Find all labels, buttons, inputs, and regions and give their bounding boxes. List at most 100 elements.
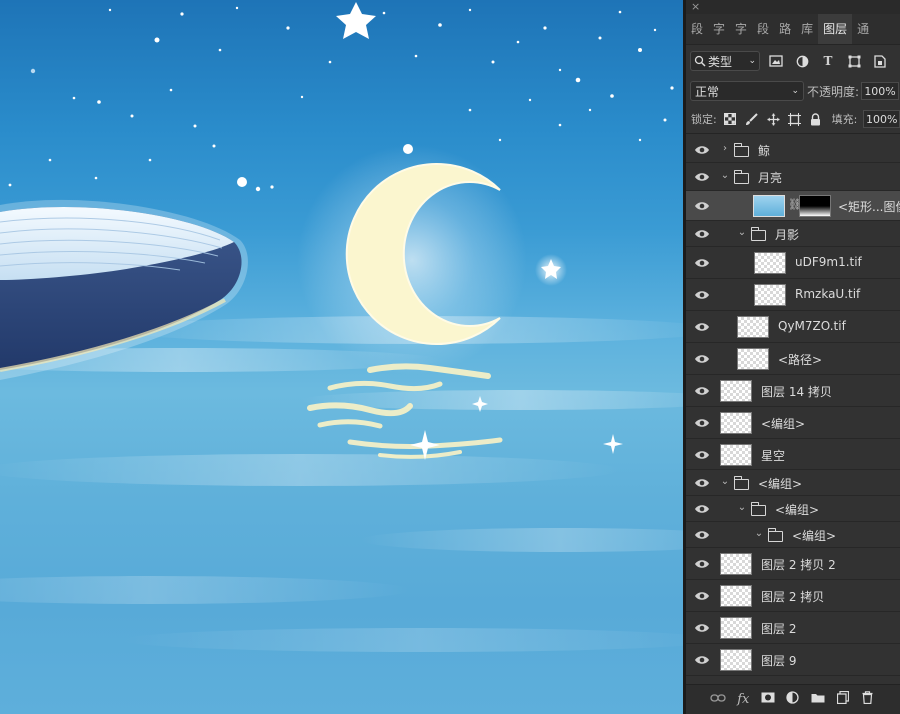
smart-object-filter-icon[interactable] [870,51,890,71]
visibility-eye-icon[interactable] [694,228,710,240]
fill-input[interactable]: 100% [863,110,900,128]
visibility-eye-icon[interactable] [694,289,710,301]
chevron-down-icon[interactable]: ⌄ [737,227,747,238]
cloud-bands [0,316,683,652]
layer-row[interactable]: RmzkaU.tif [686,279,900,311]
layer-group-row[interactable]: ⌄ <编组> [686,522,900,548]
filter-type-select[interactable]: 类型 ⌄ [690,51,760,71]
trash-icon[interactable] [858,691,876,708]
lock-transparency-icon[interactable] [723,111,738,127]
layer-row[interactable]: 图层 2 拷贝 2 [686,548,900,580]
lock-all-padlock-icon[interactable] [808,111,823,127]
visibility-eye-icon[interactable] [694,590,710,602]
visibility-eye-icon[interactable] [694,477,710,489]
layer-name: <编组> [761,417,806,431]
visibility-eye-icon[interactable] [694,257,710,269]
layer-name: 月亮 [758,171,783,185]
layer-row[interactable]: ⛓<矩形...图像 [686,191,900,221]
layer-thumbnail [720,412,752,434]
new-layer-icon[interactable] [834,690,852,708]
visibility-eye-icon[interactable] [694,529,710,541]
layer-thumbnail [720,553,752,575]
close-panel-button[interactable]: × [691,0,700,14]
tab-7[interactable]: 通 [852,14,874,44]
layer-thumbnail [754,252,786,274]
adjustment-icon[interactable] [784,691,802,708]
layer-group-row[interactable]: ⌄ <编组> [686,470,900,496]
layer-name: 月影 [775,228,800,242]
folder-icon [750,227,766,241]
layer-name: 星空 [761,448,786,463]
tab-5[interactable]: 库 [796,14,818,44]
chevron-down-icon: ⌄ [748,56,756,66]
layer-row[interactable]: 图层 14 拷贝 [686,375,900,407]
tab-1[interactable]: 字 [708,14,730,44]
artwork-canvas[interactable] [0,0,683,714]
blend-mode-value: 正常 [695,84,720,99]
visibility-eye-icon[interactable] [694,622,710,634]
fill-label: 填充: [831,113,858,126]
panel-topbar: × [686,0,900,14]
visibility-eye-icon[interactable] [694,385,710,397]
tab-2[interactable]: 字 [730,14,752,44]
visibility-eye-icon[interactable] [694,353,710,365]
layer-row[interactable]: 图层 2 [686,612,900,644]
tab-4[interactable]: 路 [774,14,796,44]
opacity-label: 不透明度: [807,84,860,99]
layer-thumbnail [720,443,752,466]
layer-group-row[interactable]: ⌄ <编组> [686,496,900,522]
layer-row[interactable]: 星空 [686,439,900,470]
layer-name: 图层 14 拷贝 [761,385,832,399]
lock-position-move-icon[interactable] [766,111,781,127]
visibility-eye-icon[interactable] [694,144,710,156]
layer-row[interactable]: 图层 2 拷贝 [686,580,900,612]
visibility-eye-icon[interactable] [694,503,710,515]
layer-mask-thumbnail[interactable] [799,195,831,217]
layer-group-row[interactable]: ⌄ 月亮 [686,163,900,191]
layer-thumbnail [720,649,752,671]
tab-6[interactable]: 图层 [818,14,853,44]
folder-icon [767,528,783,542]
image-filter-icon[interactable] [766,51,786,71]
chevron-down-icon[interactable]: ⌄ [737,502,747,513]
layer-row[interactable]: 图层 9 [686,644,900,676]
layer-name: <矩形...图像 [838,200,900,214]
folder-icon [750,502,766,516]
lock-artboard-icon[interactable] [787,111,802,127]
visibility-eye-icon[interactable] [694,171,710,183]
chevron-down-icon[interactable]: ⌄ [754,528,764,539]
chevron-down-icon[interactable]: ⌄ [720,476,730,487]
layer-group-row[interactable]: ⌄ 月影 [686,221,900,247]
layer-row[interactable]: uDF9m1.tif [686,247,900,279]
tab-0[interactable]: 段 [686,14,708,44]
adjustment-filter-icon[interactable] [792,51,812,71]
blend-row: 正常 ⌄ 不透明度: 100% [686,77,900,105]
blend-mode-select[interactable]: 正常 ⌄ [690,81,804,101]
visibility-eye-icon[interactable] [694,558,710,570]
tab-3[interactable]: 段 [752,14,774,44]
visibility-eye-icon[interactable] [694,449,710,461]
layer-row[interactable]: <编组> [686,407,900,439]
layer-thumbnail [720,380,752,402]
visibility-eye-icon[interactable] [694,321,710,333]
layer-thumbnail [737,316,769,338]
lock-pixels-brush-icon[interactable] [744,111,759,127]
shape-filter-icon[interactable] [844,51,864,71]
layer-row[interactable]: QyM7ZO.tif [686,311,900,343]
layer-row[interactable]: <路径> [686,343,900,375]
fx-icon[interactable]: fx [734,692,752,707]
chevron-down-icon[interactable]: ⌄ [720,170,730,181]
visibility-eye-icon[interactable] [694,200,710,212]
search-icon [694,55,706,67]
visibility-eye-icon[interactable] [694,417,710,429]
folder-icon [733,476,749,490]
opacity-input[interactable]: 100% [861,82,900,100]
layer-thumbnail [754,284,786,306]
link-icon[interactable] [709,692,727,707]
chevron-right-icon[interactable]: › [720,143,730,154]
mask-icon[interactable] [759,692,777,707]
layer-group-row[interactable]: › 鲸 [686,137,900,163]
visibility-eye-icon[interactable] [694,654,710,666]
folder-icon[interactable] [809,692,827,707]
type-filter-icon[interactable]: T [818,51,838,71]
